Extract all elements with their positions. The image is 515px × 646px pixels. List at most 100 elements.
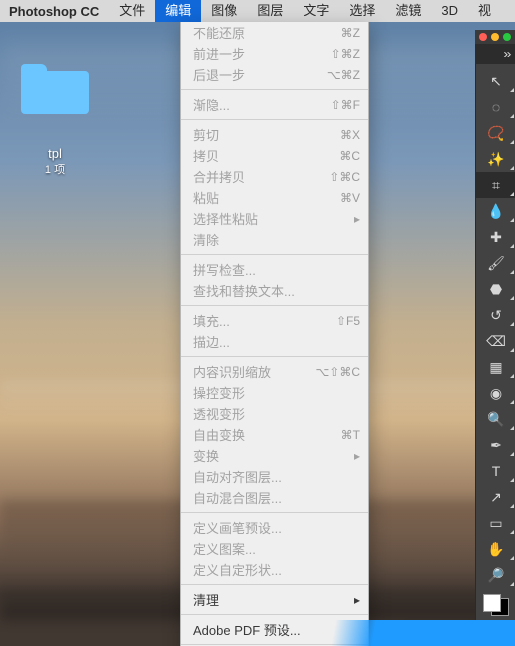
blur-tool-icon: ◉ — [490, 386, 502, 400]
menu-item-label: 拷贝 — [193, 146, 339, 165]
menu-图像[interactable]: 图像 — [201, 0, 247, 22]
menu-滤镜[interactable]: 滤镜 — [385, 0, 431, 22]
tools-panel-header[interactable]: » — [475, 44, 515, 64]
menu-item-选择性粘贴: 选择性粘贴 — [181, 208, 368, 229]
menu-文件[interactable]: 文件 — [109, 0, 155, 22]
dodge-tool-icon: 🔍 — [487, 412, 504, 426]
menu-item-合并拷贝: 合并拷贝⇧⌘C — [181, 166, 368, 187]
menu-item-拼写检查...: 拼写检查... — [181, 259, 368, 280]
menu-item-shortcut: ⇧F5 — [336, 314, 360, 328]
flyout-indicator-icon — [510, 374, 514, 378]
menu-item-渐隐...: 渐隐...⇧⌘F — [181, 94, 368, 115]
menu-separator — [181, 614, 368, 615]
folder-label: tpl — [10, 146, 100, 161]
eyedropper-tool[interactable]: 💧 — [476, 198, 515, 224]
flyout-indicator-icon — [510, 582, 514, 586]
type-tool-icon: T — [492, 464, 501, 478]
magic-wand-tool[interactable]: ✨ — [476, 146, 515, 172]
history-brush-tool[interactable]: ↺ — [476, 302, 515, 328]
menu-item-清除: 清除 — [181, 229, 368, 250]
move-tool-icon: ↖ — [490, 74, 502, 88]
gradient-tool[interactable]: ▦ — [476, 354, 515, 380]
menu-separator — [181, 584, 368, 585]
flyout-indicator-icon — [510, 426, 514, 430]
menu-item-变换: 变换 — [181, 445, 368, 466]
lasso-tool[interactable]: 📿 — [476, 120, 515, 146]
menu-item-填充...: 填充...⇧F5 — [181, 310, 368, 331]
menu-item-label: 定义自定形状... — [193, 560, 360, 579]
menu-item-label: 定义图案... — [193, 539, 360, 558]
pen-tool-icon: ✒ — [490, 438, 502, 452]
menu-item-label: 拼写检查... — [193, 260, 360, 279]
menu-separator — [181, 89, 368, 90]
eraser-tool[interactable]: ⌫ — [476, 328, 515, 354]
menu-item-label: 选择性粘贴 — [193, 209, 348, 228]
dodge-tool[interactable]: 🔍 — [476, 406, 515, 432]
menu-文字[interactable]: 文字 — [293, 0, 339, 22]
menu-item-shortcut: ⌘Z — [341, 26, 360, 40]
menu-item-label: 变换 — [193, 446, 348, 465]
menu-item-label: 自由变换 — [193, 425, 341, 444]
color-swatches[interactable] — [476, 588, 515, 622]
flyout-indicator-icon — [510, 244, 514, 248]
menu-选择[interactable]: 选择 — [339, 0, 385, 22]
hand-tool-icon: ✋ — [487, 542, 504, 556]
crop-tool[interactable]: ⌗ — [476, 172, 515, 198]
desktop-folder[interactable]: tpl 1 项 — [10, 64, 100, 177]
flyout-indicator-icon — [510, 530, 514, 534]
menu-item-定义画笔预设...: 定义画笔预设... — [181, 517, 368, 538]
path-select-tool-icon: ↗ — [490, 490, 502, 504]
hand-tool[interactable]: ✋ — [476, 536, 515, 562]
menu-item-自动对齐图层...: 自动对齐图层... — [181, 466, 368, 487]
move-tool[interactable]: ↖ — [476, 68, 515, 94]
menubar: Photoshop CC 文件编辑图像图层文字选择滤镜3D视 — [0, 0, 515, 22]
lasso-tool-icon: 📿 — [487, 126, 504, 140]
clone-stamp-tool[interactable]: ⬣ — [476, 276, 515, 302]
path-select-tool[interactable]: ↗ — [476, 484, 515, 510]
marquee-tool[interactable]: ◌ — [476, 94, 515, 120]
flyout-indicator-icon — [510, 504, 514, 508]
menu-item-label: 清除 — [193, 230, 360, 249]
flyout-indicator-icon — [510, 166, 514, 170]
healing-brush-tool[interactable]: ✚ — [476, 224, 515, 250]
flyout-indicator-icon — [510, 400, 514, 404]
marquee-tool-icon: ◌ — [492, 100, 500, 114]
menu-item-前进一步: 前进一步⇧⌘Z — [181, 43, 368, 64]
menu-item-自动混合图层...: 自动混合图层... — [181, 487, 368, 508]
menu-视[interactable]: 视 — [468, 0, 501, 22]
menu-item-shortcut: ⇧⌘Z — [331, 47, 360, 61]
menu-item-不能还原: 不能还原⌘Z — [181, 22, 368, 43]
menu-编辑[interactable]: 编辑 — [155, 0, 201, 22]
menu-separator — [181, 512, 368, 513]
brush-tool[interactable]: 🖌 — [476, 250, 515, 276]
type-tool[interactable]: T — [476, 458, 515, 484]
double-arrow-icon[interactable]: » — [504, 47, 512, 61]
pen-tool[interactable]: ✒ — [476, 432, 515, 458]
menu-item-label: 内容识别缩放 — [193, 362, 315, 381]
menu-separator — [181, 254, 368, 255]
menu-item-自由变换: 自由变换⌘T — [181, 424, 368, 445]
menu-item-label: 定义画笔预设... — [193, 518, 360, 537]
menu-item-清理[interactable]: 清理 — [181, 589, 368, 610]
blur-tool[interactable]: ◉ — [476, 380, 515, 406]
menu-图层[interactable]: 图层 — [247, 0, 293, 22]
menu-item-shortcut: ⌥⇧⌘C — [315, 365, 360, 379]
menu-item-操控变形: 操控变形 — [181, 382, 368, 403]
window-min-icon[interactable] — [491, 33, 499, 41]
menu-3D[interactable]: 3D — [431, 0, 468, 22]
zoom-tool[interactable]: 🔎 — [476, 562, 515, 588]
menu-item-拷贝: 拷贝⌘C — [181, 145, 368, 166]
menu-item-label: 合并拷贝 — [193, 167, 329, 186]
tools-panel-titlebar[interactable] — [475, 30, 515, 44]
menu-item-label: 粘贴 — [193, 188, 340, 207]
shape-tool[interactable]: ▭ — [476, 510, 515, 536]
window-close-icon[interactable] — [479, 33, 487, 41]
edit-menu-dropdown: 不能还原⌘Z前进一步⇧⌘Z后退一步⌥⌘Z渐隐...⇧⌘F剪切⌘X拷贝⌘C合并拷贝… — [180, 22, 369, 646]
window-max-icon[interactable] — [503, 33, 511, 41]
menu-item-shortcut: ⌘V — [340, 191, 360, 205]
menu-item-label: 描边... — [193, 332, 360, 351]
app-title: Photoshop CC — [0, 4, 109, 19]
menu-item-label: 前进一步 — [193, 44, 331, 63]
flyout-indicator-icon — [510, 88, 514, 92]
menu-item-label: 自动混合图层... — [193, 488, 360, 507]
